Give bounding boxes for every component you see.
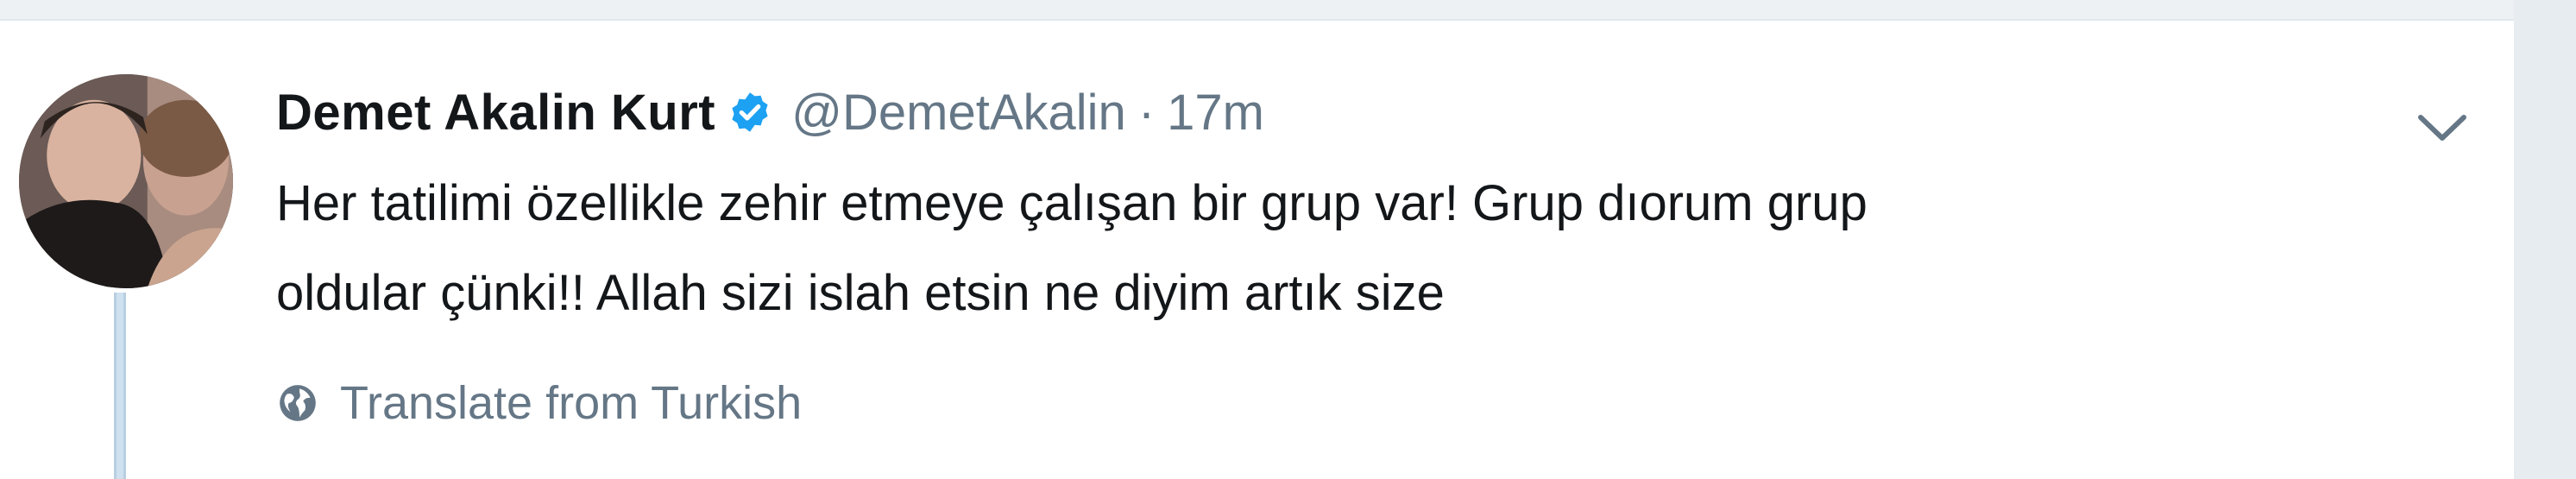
- separator-dot: ·: [1137, 84, 1156, 141]
- screenshot-page: Demet Akalin Kurt @DemetAkalin · 17m Her…: [0, 0, 2576, 479]
- avatar[interactable]: [19, 74, 233, 288]
- tweet-header: Demet Akalin Kurt @DemetAkalin · 17m: [276, 78, 1264, 147]
- display-name[interactable]: Demet Akalin Kurt: [276, 84, 715, 142]
- tweet-timestamp[interactable]: 17m: [1167, 84, 1264, 142]
- translate-link[interactable]: Translate from Turkish: [276, 373, 802, 433]
- chevron-down-icon[interactable]: [2412, 107, 2472, 148]
- verified-badge-icon: [727, 90, 772, 135]
- avatar-photo: [19, 74, 233, 288]
- tweet-text-line: Her tatilimi özellikle zehir etmeye çalı…: [276, 175, 1867, 231]
- right-gutter: [2514, 0, 2576, 479]
- tweet-text: Her tatilimi özellikle zehir etmeye çalı…: [276, 159, 2390, 338]
- tweet-card[interactable]: Demet Akalin Kurt @DemetAkalin · 17m Her…: [0, 19, 2514, 479]
- top-divider: [0, 0, 2576, 19]
- tweet-text-line: oldular çünki!! Allah sizi islah etsin n…: [276, 265, 1445, 321]
- thread-connector-line: [114, 293, 126, 479]
- translate-label[interactable]: Translate from Turkish: [340, 376, 802, 430]
- user-handle[interactable]: @DemetAkalin: [791, 84, 1126, 142]
- globe-icon: [276, 381, 319, 425]
